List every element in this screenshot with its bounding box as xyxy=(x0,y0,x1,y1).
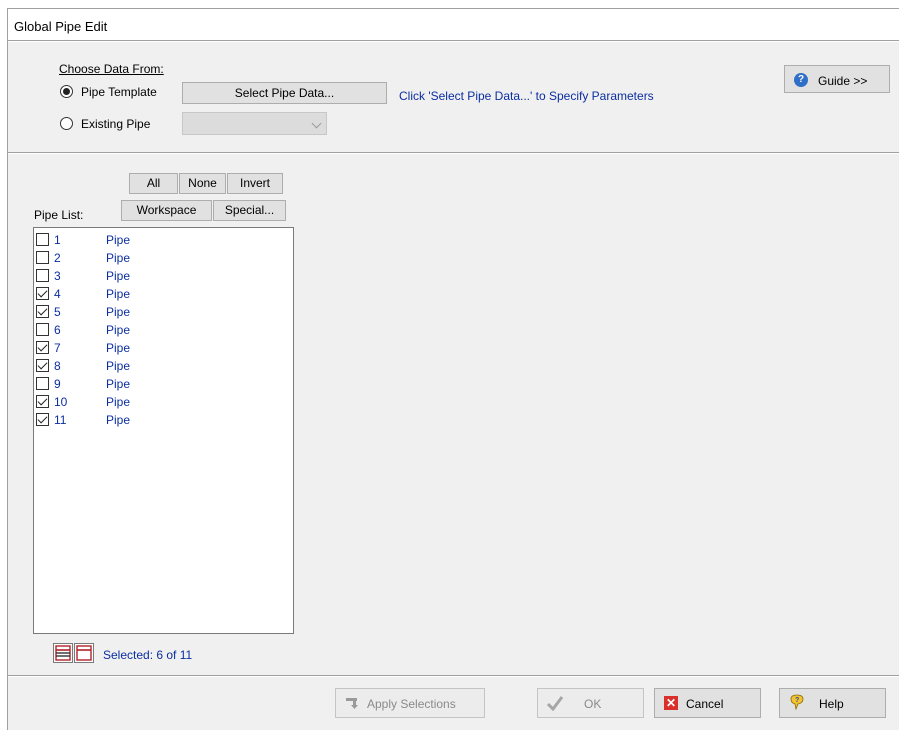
pipe-id: 2 xyxy=(54,251,61,265)
pipe-list-item[interactable]: 4 Pipe xyxy=(34,284,284,301)
pipe-template-radio[interactable] xyxy=(60,85,73,98)
info-icon: ? xyxy=(794,73,808,87)
footer-separator xyxy=(8,675,899,677)
pipe-name: Pipe xyxy=(106,359,131,373)
pipe-checkbox[interactable] xyxy=(36,251,49,264)
close-icon: ✕ xyxy=(664,696,678,710)
pipe-list-item[interactable]: 1 Pipe xyxy=(34,230,284,247)
choose-data-heading: Choose Data From: xyxy=(59,62,164,76)
pipe-checkbox[interactable] xyxy=(36,233,49,246)
workspace-button[interactable]: Workspace xyxy=(121,200,212,221)
cancel-label: Cancel xyxy=(686,697,724,711)
help-icon: ? xyxy=(790,694,804,711)
pipe-checkbox[interactable] xyxy=(36,395,49,408)
apply-selections-button[interactable]: Apply Selections xyxy=(335,688,485,718)
pipe-list-item[interactable]: 8 Pipe xyxy=(34,356,284,373)
pipe-template-label[interactable]: Pipe Template xyxy=(81,85,157,99)
pipe-name: Pipe xyxy=(106,233,131,247)
pipe-name: Pipe xyxy=(106,287,131,301)
pipe-id: 5 xyxy=(54,305,61,319)
svg-text:?: ? xyxy=(795,697,799,704)
existing-pipe-radio[interactable] xyxy=(60,117,73,130)
pipe-checkbox[interactable] xyxy=(36,341,49,354)
pipe-list-item[interactable]: 10 Pipe xyxy=(34,392,284,409)
pipe-name: Pipe xyxy=(106,269,131,283)
pipe-checkbox[interactable] xyxy=(36,359,49,372)
pipe-list-item[interactable]: 2 Pipe xyxy=(34,248,284,265)
existing-pipe-select[interactable] xyxy=(182,112,327,135)
pipe-id: 7 xyxy=(54,341,61,355)
pipe-name: Pipe xyxy=(106,377,131,391)
window-title: Global Pipe Edit xyxy=(14,19,108,34)
pipe-name: Pipe xyxy=(106,305,131,319)
top-section-separator xyxy=(8,152,899,154)
ok-label: OK xyxy=(584,697,602,711)
pipe-id: 3 xyxy=(54,269,61,283)
invert-selection-button[interactable]: Invert xyxy=(227,173,283,194)
select-none-button[interactable]: None xyxy=(179,173,226,194)
pipe-checkbox[interactable] xyxy=(36,413,49,426)
apply-arrow-icon xyxy=(346,698,358,709)
pipe-id: 8 xyxy=(54,359,61,373)
chevron-down-icon xyxy=(311,118,322,129)
pipe-name: Pipe xyxy=(106,341,131,355)
title-separator xyxy=(8,40,899,42)
ok-button[interactable]: OK xyxy=(537,688,644,718)
pipe-list-item[interactable]: 11 Pipe xyxy=(34,410,284,427)
apply-selections-label: Apply Selections xyxy=(367,697,456,711)
pipe-id: 10 xyxy=(54,395,68,409)
pipe-list-label: Pipe List: xyxy=(34,208,84,222)
pipe-id: 4 xyxy=(54,287,61,301)
pipe-list-item[interactable]: 9 Pipe xyxy=(34,374,284,391)
select-pipe-data-hint: Click 'Select Pipe Data...' to Specify P… xyxy=(399,89,654,103)
guide-button[interactable]: ? Guide >> xyxy=(784,65,890,93)
pipe-name: Pipe xyxy=(106,395,131,409)
pipe-name: Pipe xyxy=(106,251,131,265)
pipe-list-item[interactable]: 5 Pipe xyxy=(34,302,284,319)
pipe-checkbox[interactable] xyxy=(36,305,49,318)
guide-button-label: Guide >> xyxy=(818,74,868,88)
pipe-list-item[interactable]: 7 Pipe xyxy=(34,338,284,355)
global-pipe-edit-dialog: Global Pipe Edit Choose Data From: Pipe … xyxy=(7,8,899,730)
show-all-columns-button[interactable] xyxy=(53,643,73,663)
pipe-list-item[interactable]: 6 Pipe xyxy=(34,320,284,337)
pipe-checkbox[interactable] xyxy=(36,377,49,390)
pipe-checkbox[interactable] xyxy=(36,287,49,300)
help-label: Help xyxy=(819,697,844,711)
list-header-icon xyxy=(76,645,92,661)
pipe-name: Pipe xyxy=(106,323,131,337)
list-lines-icon xyxy=(55,645,71,661)
pipe-list[interactable]: 1 Pipe 2 Pipe 3 Pipe 4 Pipe 5 Pipe 6 Pip… xyxy=(33,227,294,634)
select-pipe-data-button[interactable]: Select Pipe Data... xyxy=(182,82,387,104)
pipe-name: Pipe xyxy=(106,413,131,427)
pipe-checkbox[interactable] xyxy=(36,269,49,282)
pipe-id: 6 xyxy=(54,323,61,337)
hide-columns-button[interactable] xyxy=(74,643,94,663)
selected-count-status: Selected: 6 of 11 xyxy=(103,648,193,662)
help-button[interactable]: ? Help xyxy=(779,688,886,718)
pipe-id: 1 xyxy=(54,233,61,247)
pipe-checkbox[interactable] xyxy=(36,323,49,336)
existing-pipe-label[interactable]: Existing Pipe xyxy=(81,117,150,131)
pipe-id: 9 xyxy=(54,377,61,391)
cancel-button[interactable]: ✕ Cancel xyxy=(654,688,761,718)
title-bar: Global Pipe Edit xyxy=(8,9,899,40)
special-button[interactable]: Special... xyxy=(213,200,286,221)
pipe-list-item[interactable]: 3 Pipe xyxy=(34,266,284,283)
checkmark-icon xyxy=(546,696,564,711)
pipe-id: 11 xyxy=(54,413,67,427)
select-all-button[interactable]: All xyxy=(129,173,178,194)
